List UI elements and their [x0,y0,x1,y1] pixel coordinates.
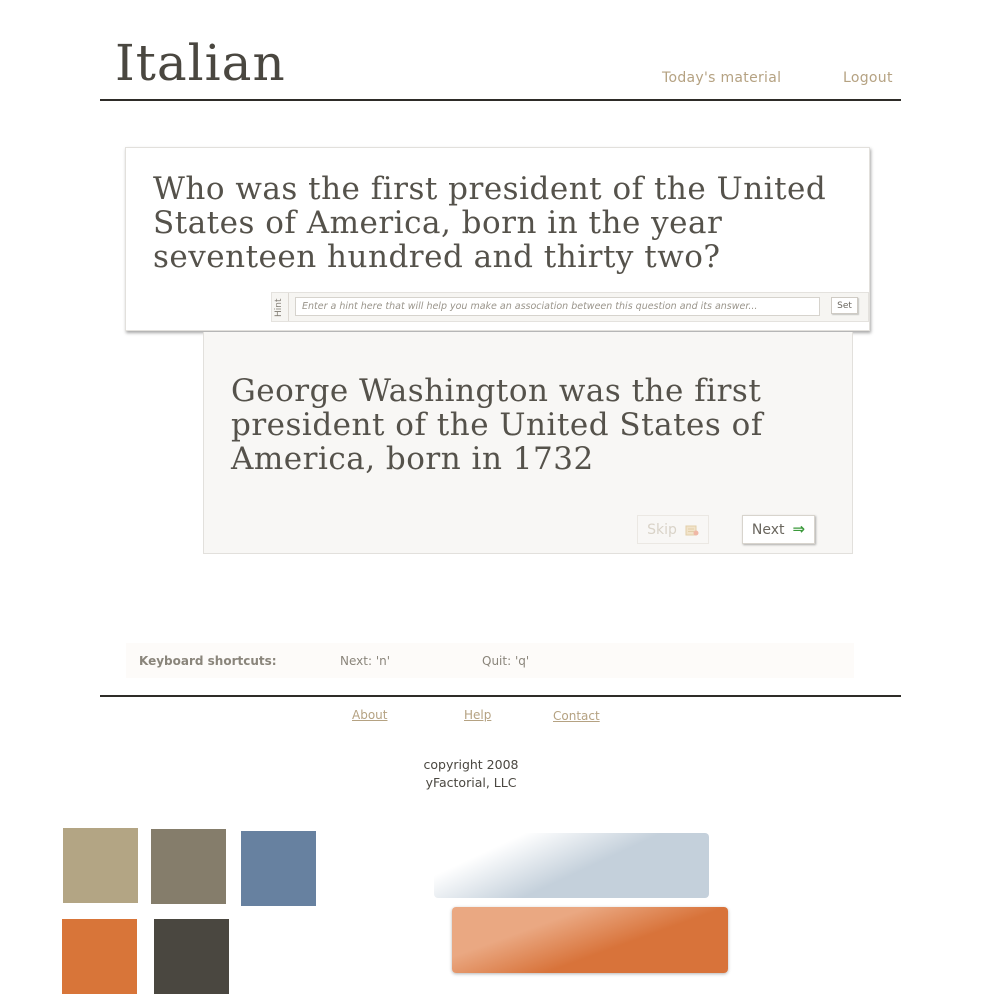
color-swatch [241,831,316,906]
arrow-right-icon: ⇒ [792,520,806,538]
gradient-bar-blue [434,833,709,898]
footer-help-link[interactable]: Help [464,708,491,722]
gradient-bar-orange [452,907,728,973]
hint-input[interactable] [295,297,820,316]
nav-logout-link[interactable]: Logout [843,70,893,86]
copyright-line-2: yFactorial, LLC [425,775,517,790]
next-button[interactable]: Next ⇒ [742,515,815,544]
skip-note-icon [685,524,699,536]
hint-label: Hint [274,298,284,318]
app-title: Italian [115,34,286,92]
footer-about-link[interactable]: About [352,708,387,722]
question-text: Who was the first president of the Unite… [153,171,827,275]
color-swatch [62,919,137,994]
copyright: copyright 2008 yFactorial, LLC [370,756,572,792]
skip-button[interactable]: Skip [637,515,709,544]
copyright-line-1: copyright 2008 [423,757,519,772]
question-card: Who was the first president of the Unite… [125,147,870,331]
header-divider [100,99,901,101]
footer-contact-link[interactable]: Contact [553,709,600,723]
skip-button-label: Skip [647,521,677,538]
color-swatch [154,919,229,994]
shortcut-next: Next: 'n' [340,654,391,668]
footer-divider [100,695,901,697]
hint-bar: Hint Set [271,292,869,322]
shortcuts-title: Keyboard shortcuts: [139,654,277,668]
color-swatch [151,829,226,904]
answer-card: George Washington was the first presiden… [203,332,853,554]
keyboard-shortcuts-bar: Keyboard shortcuts: Next: 'n' Quit: 'q' [126,643,854,678]
nav-todays-material-link[interactable]: Today's material [662,70,781,86]
hint-divider [288,293,289,321]
shortcut-quit: Quit: 'q' [482,654,530,668]
answer-text: George Washington was the first presiden… [231,373,763,477]
set-hint-button[interactable]: Set [831,297,858,314]
next-button-label: Next [751,521,785,538]
color-swatch [63,828,138,903]
